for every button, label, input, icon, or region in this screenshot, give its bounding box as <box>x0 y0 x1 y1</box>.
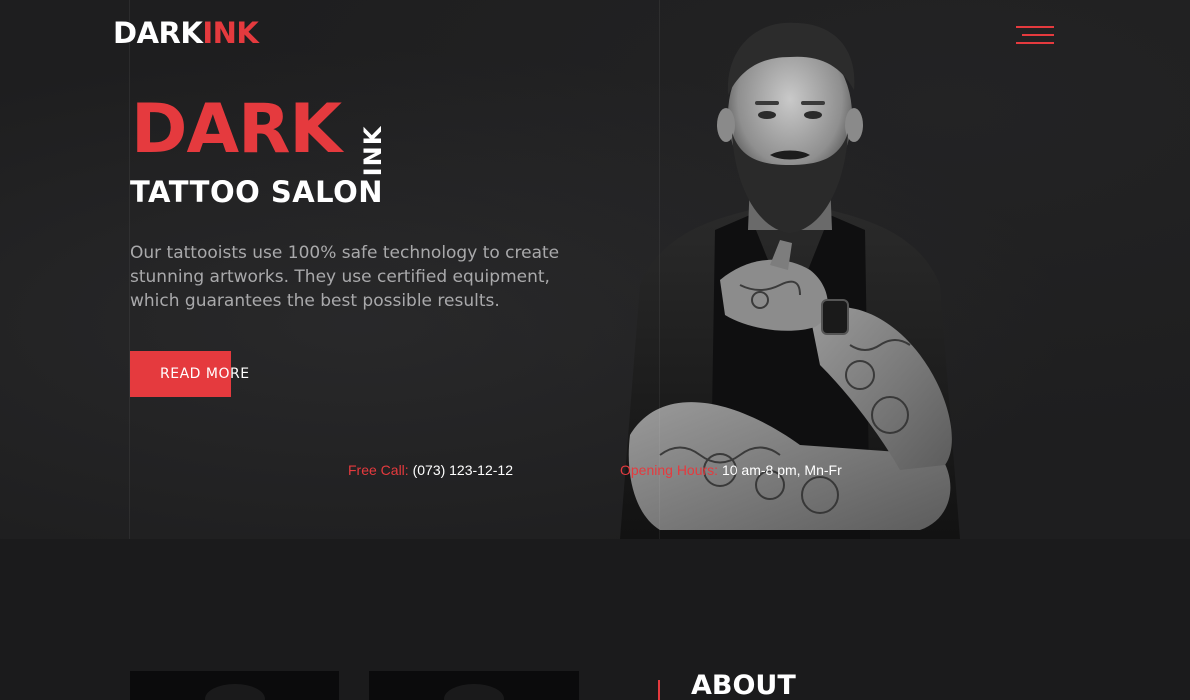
tattooed-man-portrait <box>620 22 960 539</box>
opening-hours-value: 10 am-8 pm, Mn-Fr <box>721 462 842 478</box>
hero-subtitle: TATTOO SALON <box>130 175 384 209</box>
logo-text-dark: DARK <box>113 16 203 50</box>
about-title: ABOUT <box>691 670 796 700</box>
hamburger-icon[interactable] <box>1016 26 1054 46</box>
free-call-info: Free Call: (073) 123-12-12 <box>348 462 513 478</box>
hero-section: DARKINK DARK INK TATTOO SALON Our tattoo… <box>0 0 1190 539</box>
logo-text-ink: INK <box>202 16 259 50</box>
about-accent-bar <box>658 680 660 700</box>
gallery-thumbnail[interactable] <box>369 671 579 700</box>
hero-title-vertical: INK <box>359 125 387 177</box>
hamburger-line <box>1022 34 1054 36</box>
gallery-thumbnail[interactable] <box>130 671 339 700</box>
thumbnail-silhouette <box>444 684 504 700</box>
hamburger-line <box>1016 42 1054 44</box>
read-more-label[interactable]: READ MORE <box>160 366 250 382</box>
phone-number[interactable]: (073) 123-12-12 <box>413 462 513 478</box>
hero-description: Our tattooists use 100% safe technology … <box>130 243 560 311</box>
opening-hours-label: Opening Hours: <box>620 462 719 478</box>
hamburger-line <box>1016 26 1054 28</box>
layout-guide-line <box>659 0 660 539</box>
hero-title: DARK <box>131 90 342 169</box>
free-call-label: Free Call: <box>348 462 409 478</box>
site-logo[interactable]: DARKINK <box>113 16 259 50</box>
opening-hours-info: Opening Hours: 10 am-8 pm, Mn-Fr <box>620 462 842 478</box>
thumbnail-silhouette <box>204 684 265 700</box>
